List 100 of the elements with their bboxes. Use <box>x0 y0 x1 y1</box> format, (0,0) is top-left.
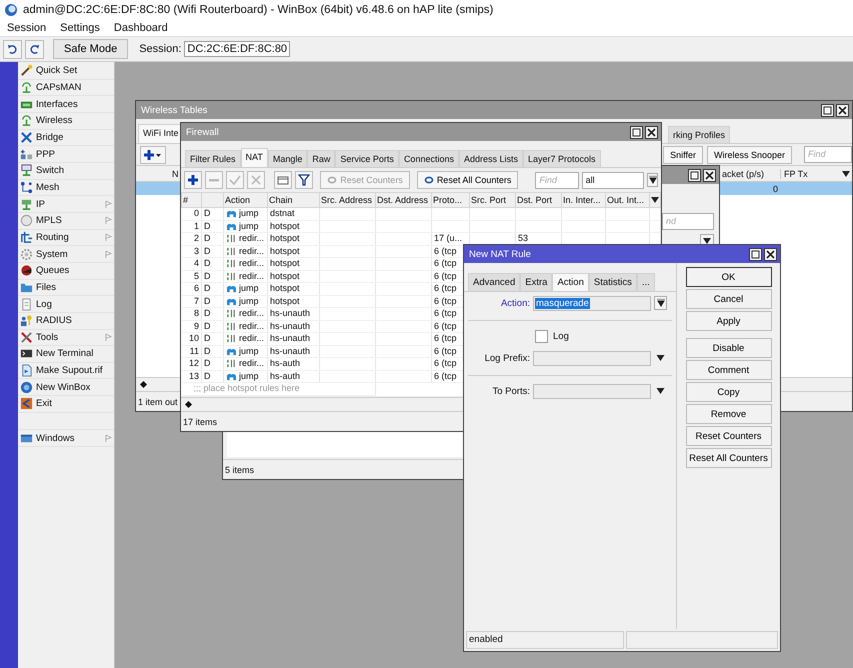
sidebar-item[interactable]: System <box>18 246 114 263</box>
dialog-button[interactable]: Cancel <box>686 289 772 309</box>
column-menu-icon[interactable] <box>651 197 659 203</box>
redo-icon[interactable] <box>29 44 40 54</box>
sidebar-item[interactable]: Routing <box>18 230 114 246</box>
dialog-button[interactable]: Remove <box>686 404 772 424</box>
tab[interactable]: Raw <box>307 150 336 167</box>
sidebar-item[interactable]: Interfaces <box>18 96 114 113</box>
column-header[interactable]: Out. Int... <box>606 192 650 208</box>
maximize-icon[interactable] <box>688 168 701 182</box>
dialog-button[interactable]: Reset Counters <box>686 426 772 446</box>
toolbar-button[interactable]: Sniffer <box>663 146 703 164</box>
tab[interactable]: NAT <box>240 148 268 167</box>
tab[interactable]: Advanced <box>468 273 520 291</box>
sidebar-item[interactable]: Tools <box>18 330 114 346</box>
dialog-button[interactable]: Apply <box>686 311 772 331</box>
column-header[interactable]: Chain <box>268 192 320 208</box>
redo-button[interactable] <box>25 40 44 58</box>
add-button[interactable] <box>184 171 202 189</box>
close-icon[interactable] <box>645 126 658 138</box>
sidebar-item[interactable]: Windows <box>18 430 114 448</box>
maximize-icon[interactable] <box>821 104 834 116</box>
toolbar-button[interactable]: Wireless Snooper <box>706 146 792 164</box>
sidebar-item[interactable]: New WinBox <box>18 379 114 396</box>
plus-caret-icon[interactable] <box>144 148 162 160</box>
dialog-button[interactable]: Copy <box>686 382 772 402</box>
comment-button[interactable] <box>274 171 292 189</box>
column-header[interactable]: In. Inter... <box>562 192 606 208</box>
caret-icon[interactable] <box>656 299 664 307</box>
filter-select[interactable]: all <box>582 172 644 188</box>
sidebar-item[interactable]: Quick Set <box>18 63 114 80</box>
check-icon[interactable] <box>229 174 242 186</box>
maximize-icon[interactable] <box>630 126 643 138</box>
dropdown-caret-icon[interactable] <box>656 355 665 361</box>
sidebar-item[interactable]: IP <box>18 196 114 213</box>
input-field[interactable]: masquerade <box>533 296 651 310</box>
column-header[interactable]: Dst. Port <box>516 192 562 208</box>
sidebar-item[interactable]: Log <box>18 296 114 313</box>
note-icon[interactable] <box>277 174 290 186</box>
column-header[interactable]: acket (p/s) <box>717 168 780 178</box>
dropdown-caret-icon[interactable] <box>656 388 665 394</box>
tab[interactable]: Extra <box>520 273 552 291</box>
session-field[interactable]: DC:2C:6E:DF:8C:80 <box>184 41 290 57</box>
column-header[interactable]: Src. Port <box>470 192 516 208</box>
sidebar-item[interactable]: Exit <box>18 396 114 413</box>
tab[interactable]: Statistics <box>588 273 637 291</box>
column-header[interactable]: FP Tx <box>780 168 839 178</box>
dialog-button[interactable]: Comment <box>686 360 772 380</box>
scroll-arrow-icon[interactable] <box>140 381 147 388</box>
dropdown-button[interactable] <box>654 296 667 310</box>
close-icon[interactable] <box>836 104 849 116</box>
sidebar-item[interactable]: Make Supout.rif <box>18 362 114 380</box>
scroll-arrow-icon[interactable] <box>185 401 192 408</box>
undo-icon[interactable] <box>7 44 18 54</box>
tab[interactable]: Layer7 Protocols <box>523 150 601 167</box>
tab[interactable]: rking Profiles <box>668 126 730 143</box>
menu-item[interactable]: Dashboard <box>112 22 169 34</box>
column-header[interactable]: # <box>182 192 202 208</box>
sidebar-item[interactable]: CAPsMAN <box>18 80 114 96</box>
menu-item[interactable]: Settings <box>59 22 101 34</box>
sidebar-item[interactable]: Files <box>18 280 114 296</box>
input-field[interactable] <box>533 350 651 366</box>
column-header[interactable]: Proto... <box>432 192 470 208</box>
sidebar-item[interactable]: New Terminal <box>18 346 114 363</box>
column-header[interactable]: Src. Address <box>320 192 376 208</box>
caret-icon[interactable] <box>648 176 657 184</box>
maximize-icon[interactable] <box>749 248 762 260</box>
sidebar-item[interactable]: Wireless <box>18 112 114 130</box>
sidebar-item[interactable]: Mesh <box>18 180 114 196</box>
column-menu-icon[interactable] <box>842 170 850 176</box>
sidebar-item[interactable]: PPP <box>18 146 114 163</box>
column-header[interactable]: Action <box>224 192 268 208</box>
tab[interactable]: Connections <box>398 150 459 167</box>
tab[interactable]: Service Ports <box>335 150 399 167</box>
tab[interactable]: Action <box>552 273 589 291</box>
tab[interactable]: Mangle <box>268 150 308 167</box>
dialog-button[interactable]: Reset All Counters <box>686 448 772 468</box>
close-icon[interactable] <box>703 168 716 182</box>
sidebar-item[interactable]: Bridge <box>18 130 114 146</box>
column-header[interactable]: Dst. Address <box>376 192 432 208</box>
dialog-button[interactable]: Disable <box>686 338 772 358</box>
input-field[interactable] <box>533 384 651 398</box>
dropdown-button[interactable] <box>647 173 658 187</box>
filter-icon[interactable] <box>298 174 310 186</box>
undo-button[interactable] <box>3 40 22 58</box>
reset-counters-button[interactable]: Reset All Counters <box>416 171 518 189</box>
add-button[interactable] <box>140 146 166 164</box>
ring-icon[interactable] <box>424 176 434 184</box>
tab[interactable]: ... <box>636 273 655 291</box>
tab[interactable]: Address Lists <box>458 150 524 167</box>
sidebar-item[interactable]: Switch <box>18 162 114 180</box>
column-header[interactable]: N <box>171 168 178 178</box>
tab[interactable]: Filter Rules <box>185 150 241 167</box>
sidebar-item[interactable]: MPLS <box>18 212 114 230</box>
sidebar-item[interactable]: Queues <box>18 262 114 280</box>
menu-item[interactable]: Session <box>6 22 48 34</box>
close-icon[interactable] <box>764 248 777 260</box>
checkbox[interactable] <box>535 330 548 342</box>
plus-icon[interactable] <box>187 174 200 186</box>
dialog-button[interactable]: OK <box>686 267 772 287</box>
